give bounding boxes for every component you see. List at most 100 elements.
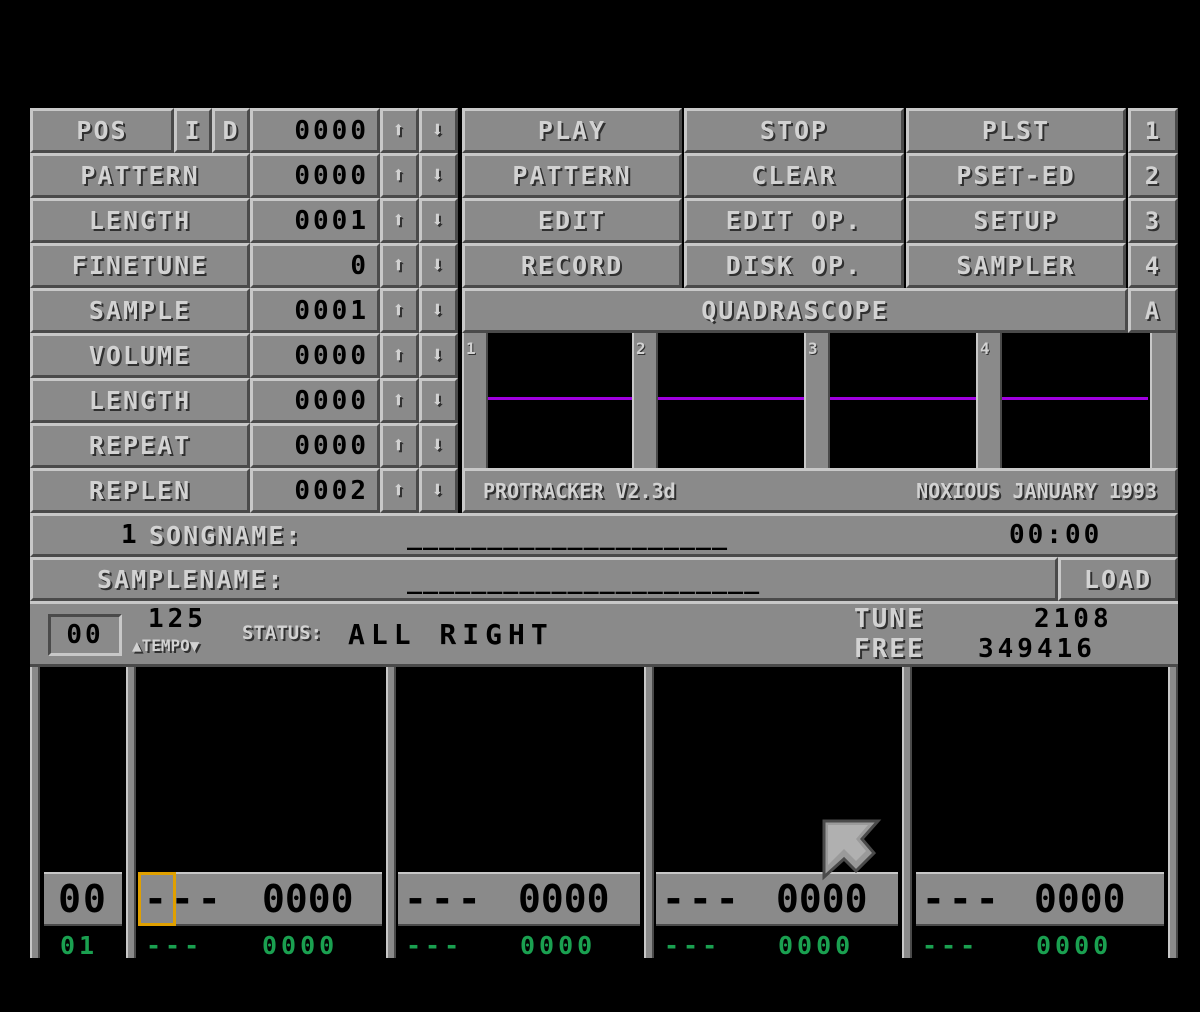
pattern-down-arrow-icon[interactable]: ⬇ [419,153,458,198]
edit-button[interactable]: EDIT [462,198,682,243]
pattern-divider [386,667,396,958]
length-down-arrow-icon[interactable]: ⬇ [419,198,458,243]
channel-2-note: --- [404,877,485,921]
free-value: 349416 [978,634,1096,664]
free-label: FREE [854,634,925,664]
songname-input[interactable]: ____________________ [407,521,728,550]
pset-ed-button[interactable]: PSET-ED [906,153,1126,198]
channel-3-effect: 0000 [776,877,868,921]
pattern-divider [644,667,654,958]
setup-button[interactable]: SETUP [906,198,1126,243]
channel-2-next-note: --- [406,931,464,960]
channel-4-effect: 0000 [1034,877,1126,921]
channel-4-row[interactable]: --- 0000 [916,872,1164,926]
channel-1-next-note: --- [146,931,204,960]
pattern-editor[interactable]: 00 --- 0000 --- 0000 --- 0000 --- 0000 0… [30,667,1178,960]
song-length-value: 0001 [250,198,380,243]
channel-3-next-effect: 0000 [778,931,855,960]
pattern-divider [126,667,136,958]
repeat-up-arrow-icon[interactable]: ⬆ [380,423,419,468]
channel-4-next-effect: 0000 [1036,931,1113,960]
samplename-bar: SAMPLENAME: ______________________ [30,557,1058,601]
version-bar: PROTRACKER V2.3d NOXIOUS JANUARY 1993 [462,468,1178,513]
plst-button[interactable]: PLST [906,108,1126,153]
channel-1-effect: 0000 [262,877,354,921]
pattern-divider [1168,667,1178,958]
load-button[interactable]: LOAD [1058,557,1178,601]
sample-down-arrow-icon[interactable]: ⬇ [419,288,458,333]
screen-1-button[interactable]: 1 [1128,108,1178,153]
songname-label: SONGNAME: [149,520,303,550]
clear-button[interactable]: CLEAR [684,153,904,198]
delete-button[interactable]: D [212,108,250,153]
repeat-down-arrow-icon[interactable]: ⬇ [419,423,458,468]
scope-waveform-3 [830,397,976,400]
sample-length-up-arrow-icon[interactable]: ⬆ [380,378,419,423]
replen-up-arrow-icon[interactable]: ⬆ [380,468,419,513]
scope-right-edge [1150,333,1178,468]
pos-down-arrow-icon[interactable]: ⬇ [419,108,458,153]
scope-channel-1-label[interactable]: 1 [462,333,488,468]
scope-waveform-1 [488,397,632,400]
volume-up-arrow-icon[interactable]: ⬆ [380,333,419,378]
song-length-label: LENGTH [30,198,250,243]
tempo-value[interactable]: 125 [148,604,207,634]
replen-label: REPLEN [30,468,250,513]
insert-button[interactable]: I [174,108,212,153]
length-up-arrow-icon[interactable]: ⬆ [380,198,419,243]
channel-4-next-note: --- [922,931,980,960]
channel-3-next-note: --- [664,931,722,960]
current-row-number: 00 [44,872,122,926]
play-button[interactable]: PLAY [462,108,682,153]
quadrascope: 1 2 3 4 [462,333,1178,468]
finetune-label: FINETUNE [30,243,250,288]
play-pattern-button[interactable]: PATTERN [462,153,682,198]
samplename-label: SAMPLENAME: [97,564,285,594]
songname-bar: 1 SONGNAME: ____________________ 00:00 [30,513,1178,557]
pos-up-arrow-icon[interactable]: ⬆ [380,108,419,153]
channel-2-row[interactable]: --- 0000 [398,872,640,926]
edit-op-button[interactable]: EDIT OP. [684,198,904,243]
sample-length-down-arrow-icon[interactable]: ⬇ [419,378,458,423]
sample-length-value: 0000 [250,378,380,423]
replen-down-arrow-icon[interactable]: ⬇ [419,468,458,513]
screen-2-button[interactable]: 2 [1128,153,1178,198]
pos-value: 0000 [250,108,380,153]
status-text: ALL RIGHT [348,618,554,651]
volume-value: 0000 [250,333,380,378]
pattern-up-arrow-icon[interactable]: ⬆ [380,153,419,198]
stop-button[interactable]: STOP [684,108,904,153]
pattern-label: PATTERN [30,153,250,198]
channel-3-note: --- [662,877,743,921]
finetune-up-arrow-icon[interactable]: ⬆ [380,243,419,288]
credit-text: NOXIOUS JANUARY 1993 [916,478,1157,503]
disk-op-button[interactable]: DISK OP. [684,243,904,288]
finetune-down-arrow-icon[interactable]: ⬇ [419,243,458,288]
status-label: STATUS: [242,622,323,644]
quadrascope-button[interactable]: QUADRASCOPE [462,288,1128,333]
scope-channel-2-label[interactable]: 2 [632,333,658,468]
channel-1-next-effect: 0000 [262,931,339,960]
scope-channel-4-label[interactable]: 4 [976,333,1002,468]
sample-value: 0001 [250,288,380,333]
sample-up-arrow-icon[interactable]: ⬆ [380,288,419,333]
sampler-button[interactable]: SAMPLER [906,243,1126,288]
pattern-divider [902,667,912,958]
repeat-value: 0000 [250,423,380,468]
tune-value: 2108 [1034,604,1113,634]
channel-2-effect: 0000 [518,877,610,921]
mouse-pointer-icon [822,819,882,881]
screen-4-button[interactable]: 4 [1128,243,1178,288]
samplename-input[interactable]: ______________________ [407,565,760,594]
scope-waveform-4 [1002,397,1148,400]
record-button[interactable]: RECORD [462,243,682,288]
tempo-label[interactable]: ▲TEMPO▼ [132,636,199,655]
screen-3-button[interactable]: 3 [1128,198,1178,243]
analyzer-button[interactable]: A [1128,288,1178,333]
row-position-box: 00 [48,614,122,656]
scope-channel-3-label[interactable]: 3 [804,333,830,468]
repeat-label: REPEAT [30,423,250,468]
song-number: 1 [121,520,139,550]
volume-down-arrow-icon[interactable]: ⬇ [419,333,458,378]
version-text: PROTRACKER V2.3d [483,478,676,503]
